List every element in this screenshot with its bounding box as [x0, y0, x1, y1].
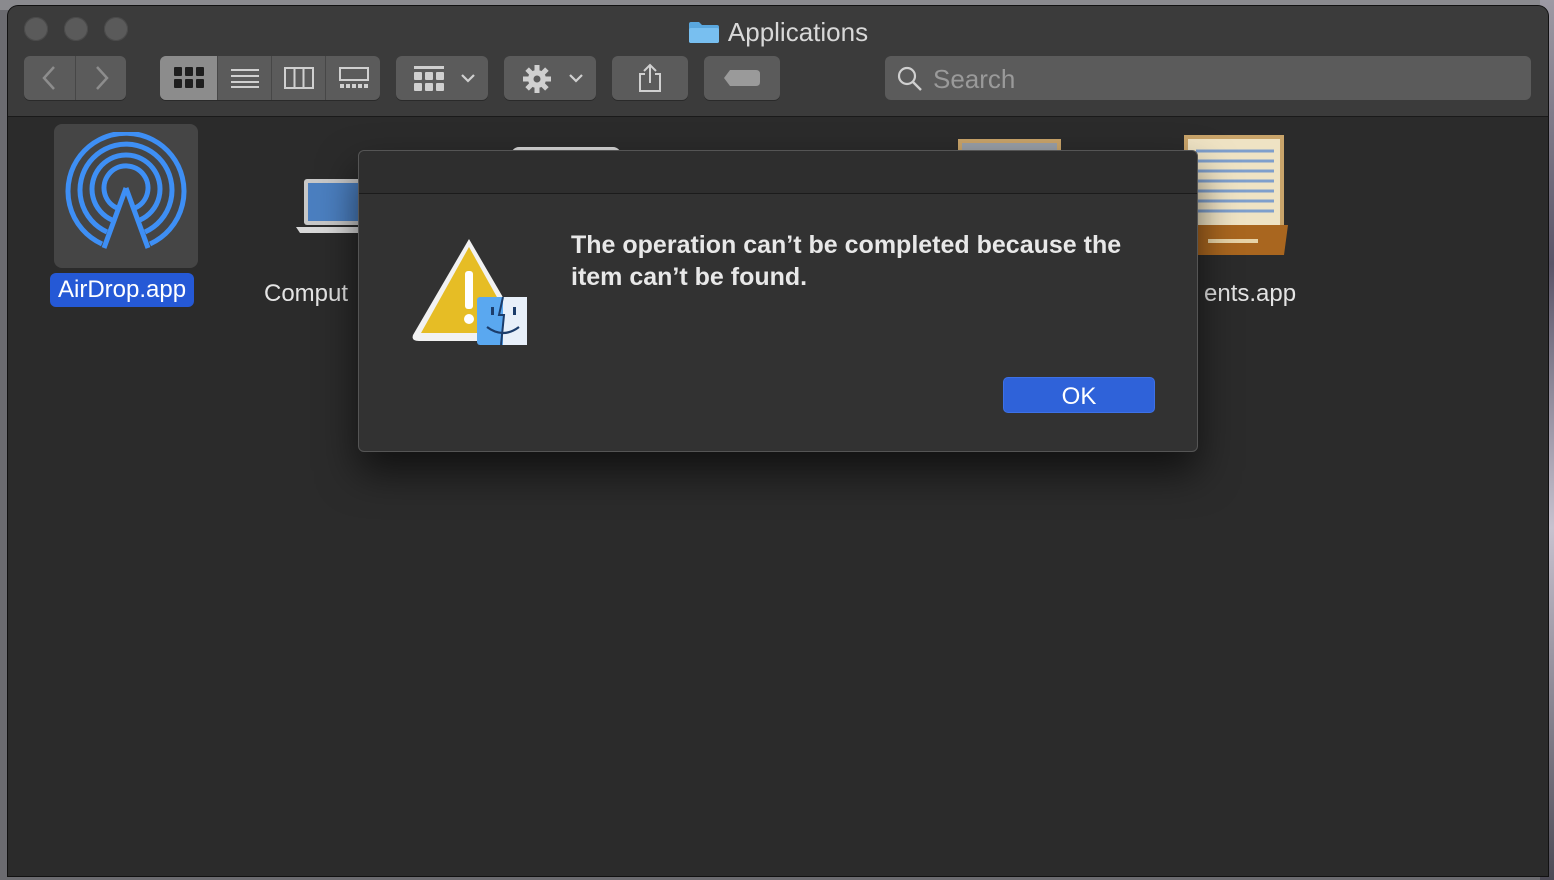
- file-item-airdrop[interactable]: AirDrop.app: [8, 117, 228, 317]
- dialog-header: [359, 151, 1197, 194]
- titlebar: Applications: [8, 6, 1548, 117]
- file-label: ents.app: [1204, 280, 1297, 307]
- tag-button[interactable]: [704, 56, 780, 100]
- columns-icon: [284, 67, 314, 89]
- view-switcher: [160, 56, 380, 100]
- window-title: Applications: [8, 14, 1548, 50]
- chevron-left-icon: [42, 66, 55, 90]
- folder-icon: [688, 22, 719, 43]
- icon-view-button[interactable]: [160, 56, 217, 100]
- list-view-button[interactable]: [217, 56, 272, 100]
- share-button[interactable]: [612, 56, 688, 100]
- dialog-message: The operation can’t be completed because…: [571, 231, 1122, 291]
- file-label: Comput: [264, 280, 349, 307]
- gallery-view-button[interactable]: [325, 56, 380, 100]
- tag-icon: [724, 70, 760, 86]
- laptop-icon: [296, 179, 368, 233]
- file-label: AirDrop.app: [50, 273, 195, 307]
- file-item-computer[interactable]: Comput: [258, 117, 368, 317]
- warning-finder-icon: [412, 239, 527, 346]
- search-input[interactable]: [931, 56, 1515, 102]
- search-icon: [897, 66, 922, 91]
- chevron-down-icon: [569, 74, 583, 83]
- airdrop-icon: [65, 132, 187, 250]
- ok-button[interactable]: OK: [1003, 377, 1155, 413]
- gallery-icon: [338, 67, 369, 88]
- back-button[interactable]: [24, 56, 74, 100]
- group-button[interactable]: [396, 56, 488, 100]
- gear-icon: [523, 65, 551, 93]
- nav-buttons: [24, 56, 126, 100]
- forward-button[interactable]: [75, 56, 127, 100]
- chevron-down-icon: [461, 74, 475, 83]
- share-icon: [639, 63, 661, 92]
- alert-dialog: The operation can’t be completed because…: [358, 150, 1198, 452]
- search-field[interactable]: [885, 56, 1531, 102]
- icon-grid-icon: [173, 67, 204, 88]
- list-icon: [231, 69, 259, 88]
- action-button[interactable]: [504, 56, 596, 100]
- chevron-right-icon: [95, 66, 109, 90]
- selection-highlight: [54, 124, 198, 268]
- column-view-button[interactable]: [271, 56, 326, 100]
- group-grid-icon: [414, 66, 444, 91]
- window-title-text: Applications: [727, 17, 869, 47]
